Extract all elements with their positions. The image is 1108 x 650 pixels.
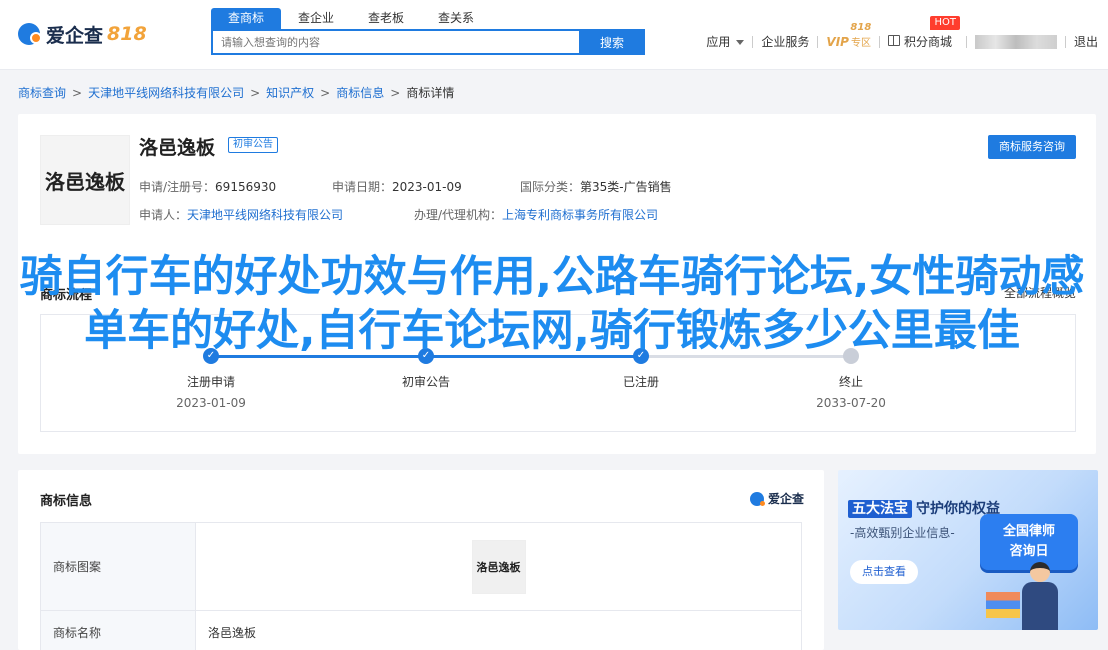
divider [817, 35, 819, 48]
brand-name: 爱企查 [767, 492, 804, 506]
step-date: 2023-01-09 [176, 396, 246, 410]
step-label: 初审公告 [401, 375, 450, 389]
top-header: 爱企查 818 查商标 查企业 查老板 查关系 搜索 应用 企业服务 818VI… [0, 0, 1108, 70]
timeline-step: 初审公告 [366, 373, 486, 396]
info-table: 商标图案 洛邑逸板 商标名称 洛邑逸板 [40, 522, 802, 650]
search-button[interactable]: 搜索 [579, 29, 645, 55]
intl-class-field: 国际分类：第35类-广告销售 [520, 178, 672, 195]
agent-label: 办理/代理机构： [414, 208, 503, 222]
trademark-info-card: 商标信息 爱企查 商标图案 洛邑逸板 商标名称 洛邑逸板 [18, 470, 824, 650]
logo-icon [18, 23, 42, 45]
chevron-right-icon: > [250, 85, 261, 100]
nav-enterprise-service[interactable]: 企业服务 [761, 33, 809, 50]
logout-link[interactable]: 退出 [1074, 33, 1098, 50]
breadcrumb: 商标查询 > 天津地平线网络科技有限公司 > 知识产权 > 商标信息 > 商标详… [18, 84, 454, 101]
search-area: 查商标 查企业 查老板 查关系 搜索 [211, 8, 645, 55]
table-row: 商标名称 洛邑逸板 [40, 610, 802, 650]
table-value: 洛邑逸板 [195, 610, 802, 650]
tab-trademark[interactable]: 查商标 [211, 8, 281, 29]
table-value: 洛邑逸板 [195, 522, 802, 611]
divider [965, 35, 967, 48]
table-key: 商标图案 [40, 522, 196, 611]
status-badge: 初审公告 [228, 137, 278, 153]
agent-field: 办理/代理机构：上海专利商标事务所有限公司 [414, 206, 658, 223]
ad-card-line2: 咨询日 [1009, 544, 1049, 559]
chevron-right-icon: > [390, 85, 401, 100]
ad-badge-text: 五大法宝 [848, 500, 912, 518]
intl-class-label: 国际分类： [520, 180, 581, 194]
step-label: 终止 [838, 375, 863, 389]
step-label: 已注册 [622, 375, 659, 389]
search-input[interactable] [211, 29, 579, 55]
breadcrumb-company[interactable]: 天津地平线网络科技有限公司 [88, 84, 244, 101]
search-tabs: 查商标 查企业 查老板 查关系 [211, 8, 645, 29]
vip-label: VIP [826, 35, 849, 49]
step-date: 2033-07-20 [816, 396, 886, 410]
nav-points-mall[interactable]: 积分商城 HOT [887, 16, 960, 50]
trademark-title: 洛邑逸板 [139, 137, 216, 159]
step-label: 注册申请 [186, 375, 235, 389]
chevron-right-icon: > [320, 85, 331, 100]
applicant-label: 申请人： [139, 208, 188, 222]
logo[interactable]: 爱企查 818 [18, 22, 147, 47]
lawyer-illustration [1018, 562, 1062, 630]
reg-no-field: 申请/注册号：69156930 [139, 178, 276, 195]
intl-class-value: 第35类-广告销售 [580, 180, 672, 194]
trademark-image: 洛邑逸板 [40, 135, 130, 225]
agent-link[interactable]: 上海专利商标事务所有限公司 [502, 208, 658, 222]
books-illustration [986, 592, 1020, 618]
ad-card-line1: 全国律师 [1002, 524, 1055, 539]
tab-boss[interactable]: 查老板 [351, 8, 421, 29]
ad-title: 五大法宝 守护你的权益 [848, 498, 1000, 518]
brand-logo-icon [749, 491, 765, 506]
table-row: 商标图案 洛邑逸板 [40, 522, 802, 611]
chevron-down-icon [736, 40, 745, 45]
reg-no-label: 申请/注册号： [139, 180, 216, 194]
search-box: 搜索 [211, 29, 645, 55]
ad-subtitle: -高效甄别企业信息- [850, 526, 955, 540]
trademark-consult-button[interactable]: 商标服务咨询 [988, 135, 1076, 159]
divider [878, 35, 880, 48]
nav-app[interactable]: 应用 [706, 33, 745, 50]
tab-company[interactable]: 查企业 [281, 8, 351, 29]
user-avatar[interactable] [974, 34, 1057, 49]
reg-no-value: 69156930 [215, 180, 277, 194]
breadcrumb-ip[interactable]: 知识产权 [266, 84, 314, 101]
applicant-field: 申请人：天津地平线网络科技有限公司 [139, 206, 343, 223]
apply-date-label: 申请日期： [332, 180, 393, 194]
logo-818: 818 [107, 23, 147, 45]
ad-view-button[interactable]: 点击查看 [850, 560, 918, 584]
nav-app-label: 应用 [706, 35, 731, 49]
vip-zone-label: 专区 [850, 38, 871, 49]
breadcrumb-trademark-search[interactable]: 商标查询 [18, 84, 66, 101]
apply-date-field: 申请日期：2023-01-09 [332, 178, 462, 195]
timeline-step: 已注册 [581, 373, 701, 396]
points-mall-label: 积分商城 [903, 35, 952, 49]
divider [752, 35, 754, 48]
timeline-step: 注册申请 2023-01-09 [151, 373, 271, 410]
trademark-pattern-image: 洛邑逸板 [471, 539, 526, 594]
table-key: 商标名称 [40, 610, 196, 650]
hot-badge: HOT [930, 16, 960, 30]
info-title: 商标信息 [40, 494, 93, 509]
overlay-headline: 骑自行车的好处功效与作用,公路车骑行论坛,女性骑动感单车的好处,自行车论坛网,骑… [19, 252, 1085, 356]
divider [1064, 35, 1066, 48]
breadcrumb-current: 商标详情 [406, 86, 455, 100]
timeline-step: 终止 2033-07-20 [791, 373, 911, 410]
apply-date-value: 2023-01-09 [392, 180, 462, 194]
person-head [1030, 562, 1050, 582]
lawyer-ad-banner[interactable]: 五大法宝 守护你的权益 -高效甄别企业信息- 点击查看 全国律师 咨询日 [838, 470, 1098, 630]
person-body [1022, 582, 1058, 630]
logo-text: 爱企查 [46, 24, 104, 47]
tab-relation[interactable]: 查关系 [421, 8, 491, 29]
chevron-right-icon: > [72, 85, 83, 100]
applicant-link[interactable]: 天津地平线网络科技有限公司 [187, 208, 343, 222]
nav-vip-zone[interactable]: 818 VIP 专区 [826, 22, 871, 49]
info-brand: 爱企查 [749, 490, 804, 507]
gift-icon [887, 35, 900, 46]
breadcrumb-trademark-info[interactable]: 商标信息 [336, 84, 384, 101]
vip-818-label: 818 [850, 22, 872, 33]
top-nav: 应用 企业服务 818 VIP 专区 积分商城 HOT 退出 [706, 16, 1098, 50]
